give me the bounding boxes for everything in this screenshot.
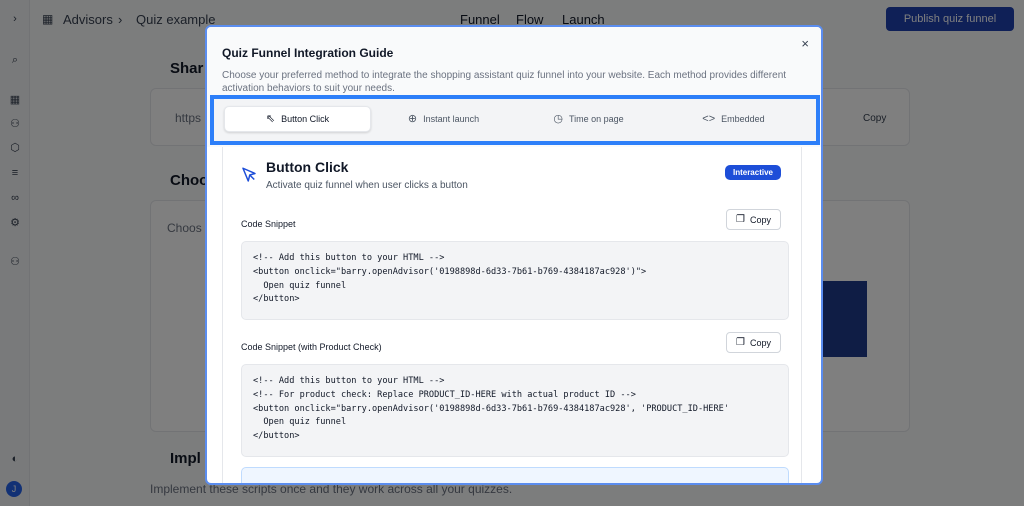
tab-label: Embedded [721, 114, 765, 124]
tab-list: ⇖ Button Click ⊕ Instant launch ◷ Time o… [224, 106, 806, 132]
cursor-icon: ⇖ [265, 112, 276, 125]
clock-icon: ◷ [553, 112, 563, 125]
code-snippet-product-check[interactable]: <!-- Add this button to your HTML --> <!… [241, 364, 789, 457]
tab-instant-launch[interactable]: ⊕ Instant launch [371, 106, 516, 132]
modal-title: Quiz Funnel Integration Guide [222, 46, 394, 60]
info-box [241, 467, 789, 483]
method-title: Button Click [266, 159, 349, 175]
tab-button-click[interactable]: ⇖ Button Click [224, 106, 371, 132]
snippet-label: Code Snippet [241, 219, 296, 229]
copy-button[interactable]: ❐ Copy [726, 209, 781, 230]
modal-description: Choose your preferred method to integrat… [222, 70, 787, 94]
modal-header: Quiz Funnel Integration Guide × Choose y… [207, 27, 821, 147]
tab-label: Time on page [568, 114, 624, 124]
copy-label: Copy [749, 214, 771, 225]
status-badge: Interactive [724, 165, 781, 180]
code-icon: <> [702, 112, 716, 125]
close-icon[interactable]: × [801, 36, 809, 51]
globe-icon: ⊕ [407, 112, 418, 125]
code-snippet[interactable]: <!-- Add this button to your HTML --> <b… [241, 241, 789, 320]
copy-icon: ❐ [736, 214, 745, 225]
tab-label: Instant launch [423, 114, 480, 124]
integration-guide-modal: Quiz Funnel Integration Guide × Choose y… [205, 25, 823, 485]
tabs-highlight: ⇖ Button Click ⊕ Instant launch ◷ Time o… [210, 95, 820, 145]
tab-embedded[interactable]: <> Embedded [661, 106, 806, 132]
method-subtitle: Activate quiz funnel when user clicks a … [266, 180, 468, 191]
tab-time-on-page[interactable]: ◷ Time on page [516, 106, 661, 132]
copy-label: Copy [749, 337, 771, 348]
snippet-label: Code Snippet (with Product Check) [241, 342, 382, 352]
cursor-icon [242, 167, 256, 182]
copy-button[interactable]: ❐ Copy [726, 332, 781, 353]
copy-icon: ❐ [736, 337, 745, 348]
tab-label: Button Click [281, 114, 330, 124]
tab-panel: Button Click Activate quiz funnel when u… [222, 147, 802, 483]
